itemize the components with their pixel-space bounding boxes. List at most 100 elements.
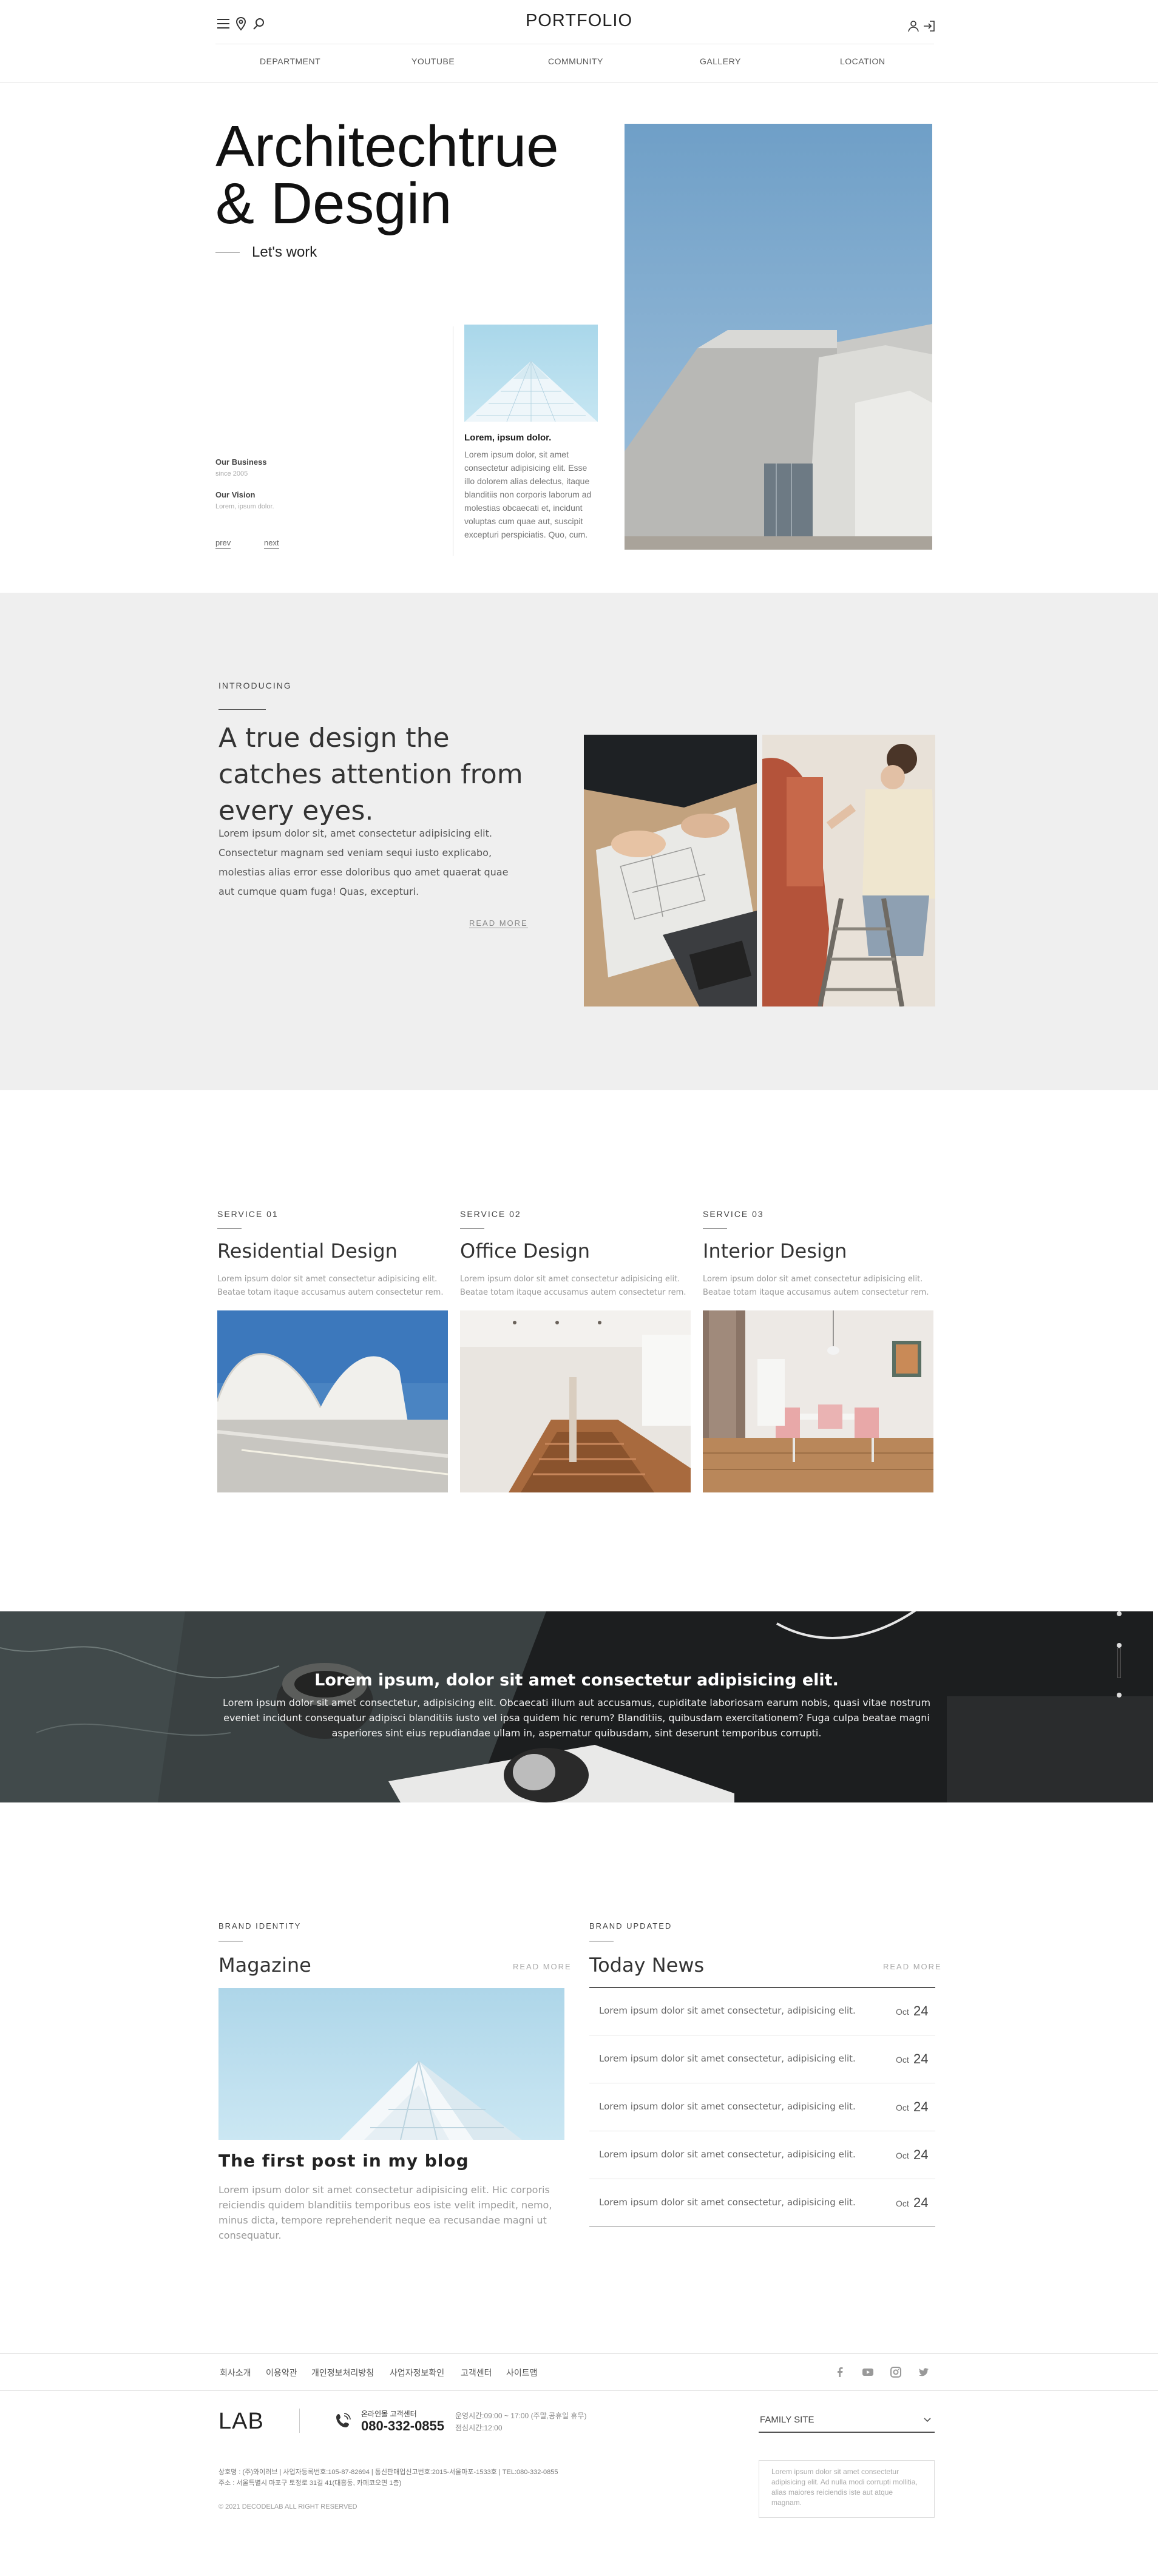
news-item-day: 24 xyxy=(913,2147,929,2162)
promo-banner: Lorem ipsum, dolor sit amet consectetur … xyxy=(0,1611,1153,1802)
next-button[interactable]: next xyxy=(264,538,279,549)
hero-building-image xyxy=(625,124,932,550)
footer-address: 주소 : 서울특별시 마포구 토정로 31길 41(대흥동, 카페코오면 1층) xyxy=(218,2480,402,2487)
user-icon[interactable] xyxy=(906,18,921,34)
banner-dot-3[interactable] xyxy=(1117,1693,1122,1698)
magazine-post-title[interactable]: The first post in my blog xyxy=(218,2151,469,2171)
family-site-label: FAMILY SITE xyxy=(760,2415,814,2425)
service-2-eyebrow: SERVICE 02 xyxy=(460,1209,521,1219)
banner-dot-active[interactable] xyxy=(1117,1648,1121,1678)
service-3-title[interactable]: Interior Design xyxy=(703,1239,847,1263)
instagram-icon[interactable] xyxy=(890,2366,902,2378)
news-eyebrow: BRAND UPDATED xyxy=(589,1921,672,1930)
news-item-month: Oct xyxy=(896,2103,909,2112)
intro-image-painter xyxy=(762,735,935,1006)
footer-hours: 운영시간:09:00 ~ 17:00 (주말,공휴일 휴무) xyxy=(455,2412,587,2420)
service-2-line xyxy=(460,1228,484,1229)
news-item[interactable]: Lorem ipsum dolor sit amet consectetur, … xyxy=(589,2083,935,2131)
news-item[interactable]: Lorem ipsum dolor sit amet consectetur, … xyxy=(589,1988,935,2035)
news-item-day: 24 xyxy=(913,2195,929,2210)
nav-location[interactable]: LOCATION xyxy=(840,56,885,66)
nav-department[interactable]: DEPARTMENT xyxy=(260,56,320,66)
news-item[interactable]: Lorem ipsum dolor sit amet consectetur, … xyxy=(589,2035,935,2083)
banner-title: Lorem ipsum, dolor sit amet consectetur … xyxy=(314,1671,839,1690)
hero-title: Architechtrue & Desgin xyxy=(215,114,559,236)
login-icon[interactable] xyxy=(921,18,937,34)
service-1-title[interactable]: Residential Design xyxy=(217,1239,398,1263)
news-item-day: 24 xyxy=(913,2051,929,2066)
service-1-line xyxy=(217,1228,242,1229)
news-item-day: 24 xyxy=(913,2099,929,2114)
footer-link-sitemap[interactable]: 사이트맵 xyxy=(506,2367,538,2379)
news-item-month: Oct xyxy=(896,2007,909,2017)
news-item-day: 24 xyxy=(913,2003,929,2018)
business-label: Our Business xyxy=(215,457,267,467)
banner-dot-2[interactable] xyxy=(1117,1643,1122,1648)
hero-title-line2: & Desgin xyxy=(215,171,452,236)
news-item-month: Oct xyxy=(896,2151,909,2160)
service-1-eyebrow: SERVICE 01 xyxy=(217,1209,279,1219)
footer-links-bar: 회사소개 이용약관 개인정보처리방침 사업자정보확인 고객센터 사이트맵 xyxy=(0,2353,1158,2391)
family-site-select[interactable]: FAMILY SITE xyxy=(759,2409,935,2433)
youtube-icon[interactable] xyxy=(862,2366,874,2378)
intro-eyebrow: INTRODUCING xyxy=(218,681,292,690)
footer-link-company[interactable]: 회사소개 xyxy=(220,2367,251,2379)
prev-button[interactable]: prev xyxy=(215,538,231,549)
news-title: Today News xyxy=(589,1954,705,1977)
chevron-down-icon xyxy=(924,2418,931,2423)
banner-dot-1[interactable] xyxy=(1117,1611,1122,1616)
phone-icon xyxy=(336,2413,351,2427)
vision-text: Lorem, ipsum dolor. xyxy=(215,503,274,510)
footer-logo[interactable]: LAB xyxy=(218,2409,264,2435)
footer-link-terms[interactable]: 이용약관 xyxy=(266,2367,297,2379)
news-item-month: Oct xyxy=(896,2199,909,2208)
magazine-read-more[interactable]: READ MORE xyxy=(513,1962,572,1971)
twitter-icon[interactable] xyxy=(918,2366,930,2378)
footer-link-business-info[interactable]: 사업자정보확인 xyxy=(390,2367,444,2379)
facebook-icon[interactable] xyxy=(834,2366,846,2378)
footer-copyright: © 2021 DECODELAB ALL RIGHT RESERVED xyxy=(218,2503,357,2510)
hero-card-title: Lorem, ipsum dolor. xyxy=(464,433,552,443)
hero-subtitle: Let's work xyxy=(252,244,317,260)
news-item[interactable]: Lorem ipsum dolor sit amet consectetur, … xyxy=(589,2131,935,2179)
hero-title-line1: Architechtrue xyxy=(215,114,559,179)
nav-community[interactable]: COMMUNITY xyxy=(548,56,603,66)
magazine-title: Magazine xyxy=(218,1954,311,1977)
news-item-text: Lorem ipsum dolor sit amet consectetur, … xyxy=(599,2101,856,2112)
footer-company-info: 상호명 : (주)와이러브 | 사업자등록번호:105-87-82694 | 통… xyxy=(218,2469,558,2476)
family-site-box: Lorem ipsum dolor sit amet consectetur a… xyxy=(759,2460,935,2518)
service-1-text: Lorem ipsum dolor sit amet consectetur a… xyxy=(217,1275,444,1297)
service-1-image xyxy=(217,1310,448,1492)
intro-read-more-link[interactable]: READ MORE xyxy=(469,919,528,928)
news-item[interactable]: Lorem ipsum dolor sit amet consectetur, … xyxy=(589,2179,935,2227)
intro-image-blueprint xyxy=(584,735,757,1006)
intro-body: Lorem ipsum dolor sit, amet consectetur … xyxy=(218,828,509,897)
magazine-post-image[interactable] xyxy=(218,1988,564,2140)
nav-youtube[interactable]: YOUTUBE xyxy=(411,56,455,66)
intro-section: INTRODUCING A true design the catches at… xyxy=(0,593,1158,1090)
footer-link-privacy[interactable]: 개인정보처리방침 xyxy=(311,2367,374,2379)
news-item-text: Lorem ipsum dolor sit amet consectetur, … xyxy=(599,2197,856,2208)
banner-text: Lorem ipsum dolor sit amet consectetur, … xyxy=(222,1697,931,1739)
intro-headline: A true design the catches attention from… xyxy=(218,723,523,826)
service-3-image xyxy=(703,1310,933,1492)
service-3-eyebrow: SERVICE 03 xyxy=(703,1209,764,1219)
vision-label: Our Vision xyxy=(215,490,256,499)
news-item-text: Lorem ipsum dolor sit amet consectetur, … xyxy=(599,2149,856,2160)
hero-small-image xyxy=(464,325,598,422)
news-item-text: Lorem ipsum dolor sit amet consectetur, … xyxy=(599,2005,856,2016)
news-item-text: Lorem ipsum dolor sit amet consectetur, … xyxy=(599,2053,856,2064)
business-since: since 2005 xyxy=(215,470,248,477)
footer-divider xyxy=(299,2409,300,2433)
nav-gallery[interactable]: GALLERY xyxy=(700,56,741,66)
footer-link-support[interactable]: 고객센터 xyxy=(461,2367,492,2379)
service-3-text: Lorem ipsum dolor sit amet consectetur a… xyxy=(703,1275,929,1297)
site-header: PORTFOLIO DEPARTMENT YOUTUBE COMMUNITY G… xyxy=(0,0,1158,83)
service-2-image xyxy=(460,1310,691,1492)
site-logo[interactable]: PORTFOLIO xyxy=(0,11,1158,31)
service-2-text: Lorem ipsum dolor sit amet consectetur a… xyxy=(460,1275,686,1297)
news-read-more[interactable]: READ MORE xyxy=(883,1962,942,1971)
service-2-title[interactable]: Office Design xyxy=(460,1239,590,1263)
magazine-post-text: Lorem ipsum dolor sit amet consectetur a… xyxy=(218,2184,552,2241)
footer-phone-number[interactable]: 080-332-0855 xyxy=(361,2418,444,2434)
